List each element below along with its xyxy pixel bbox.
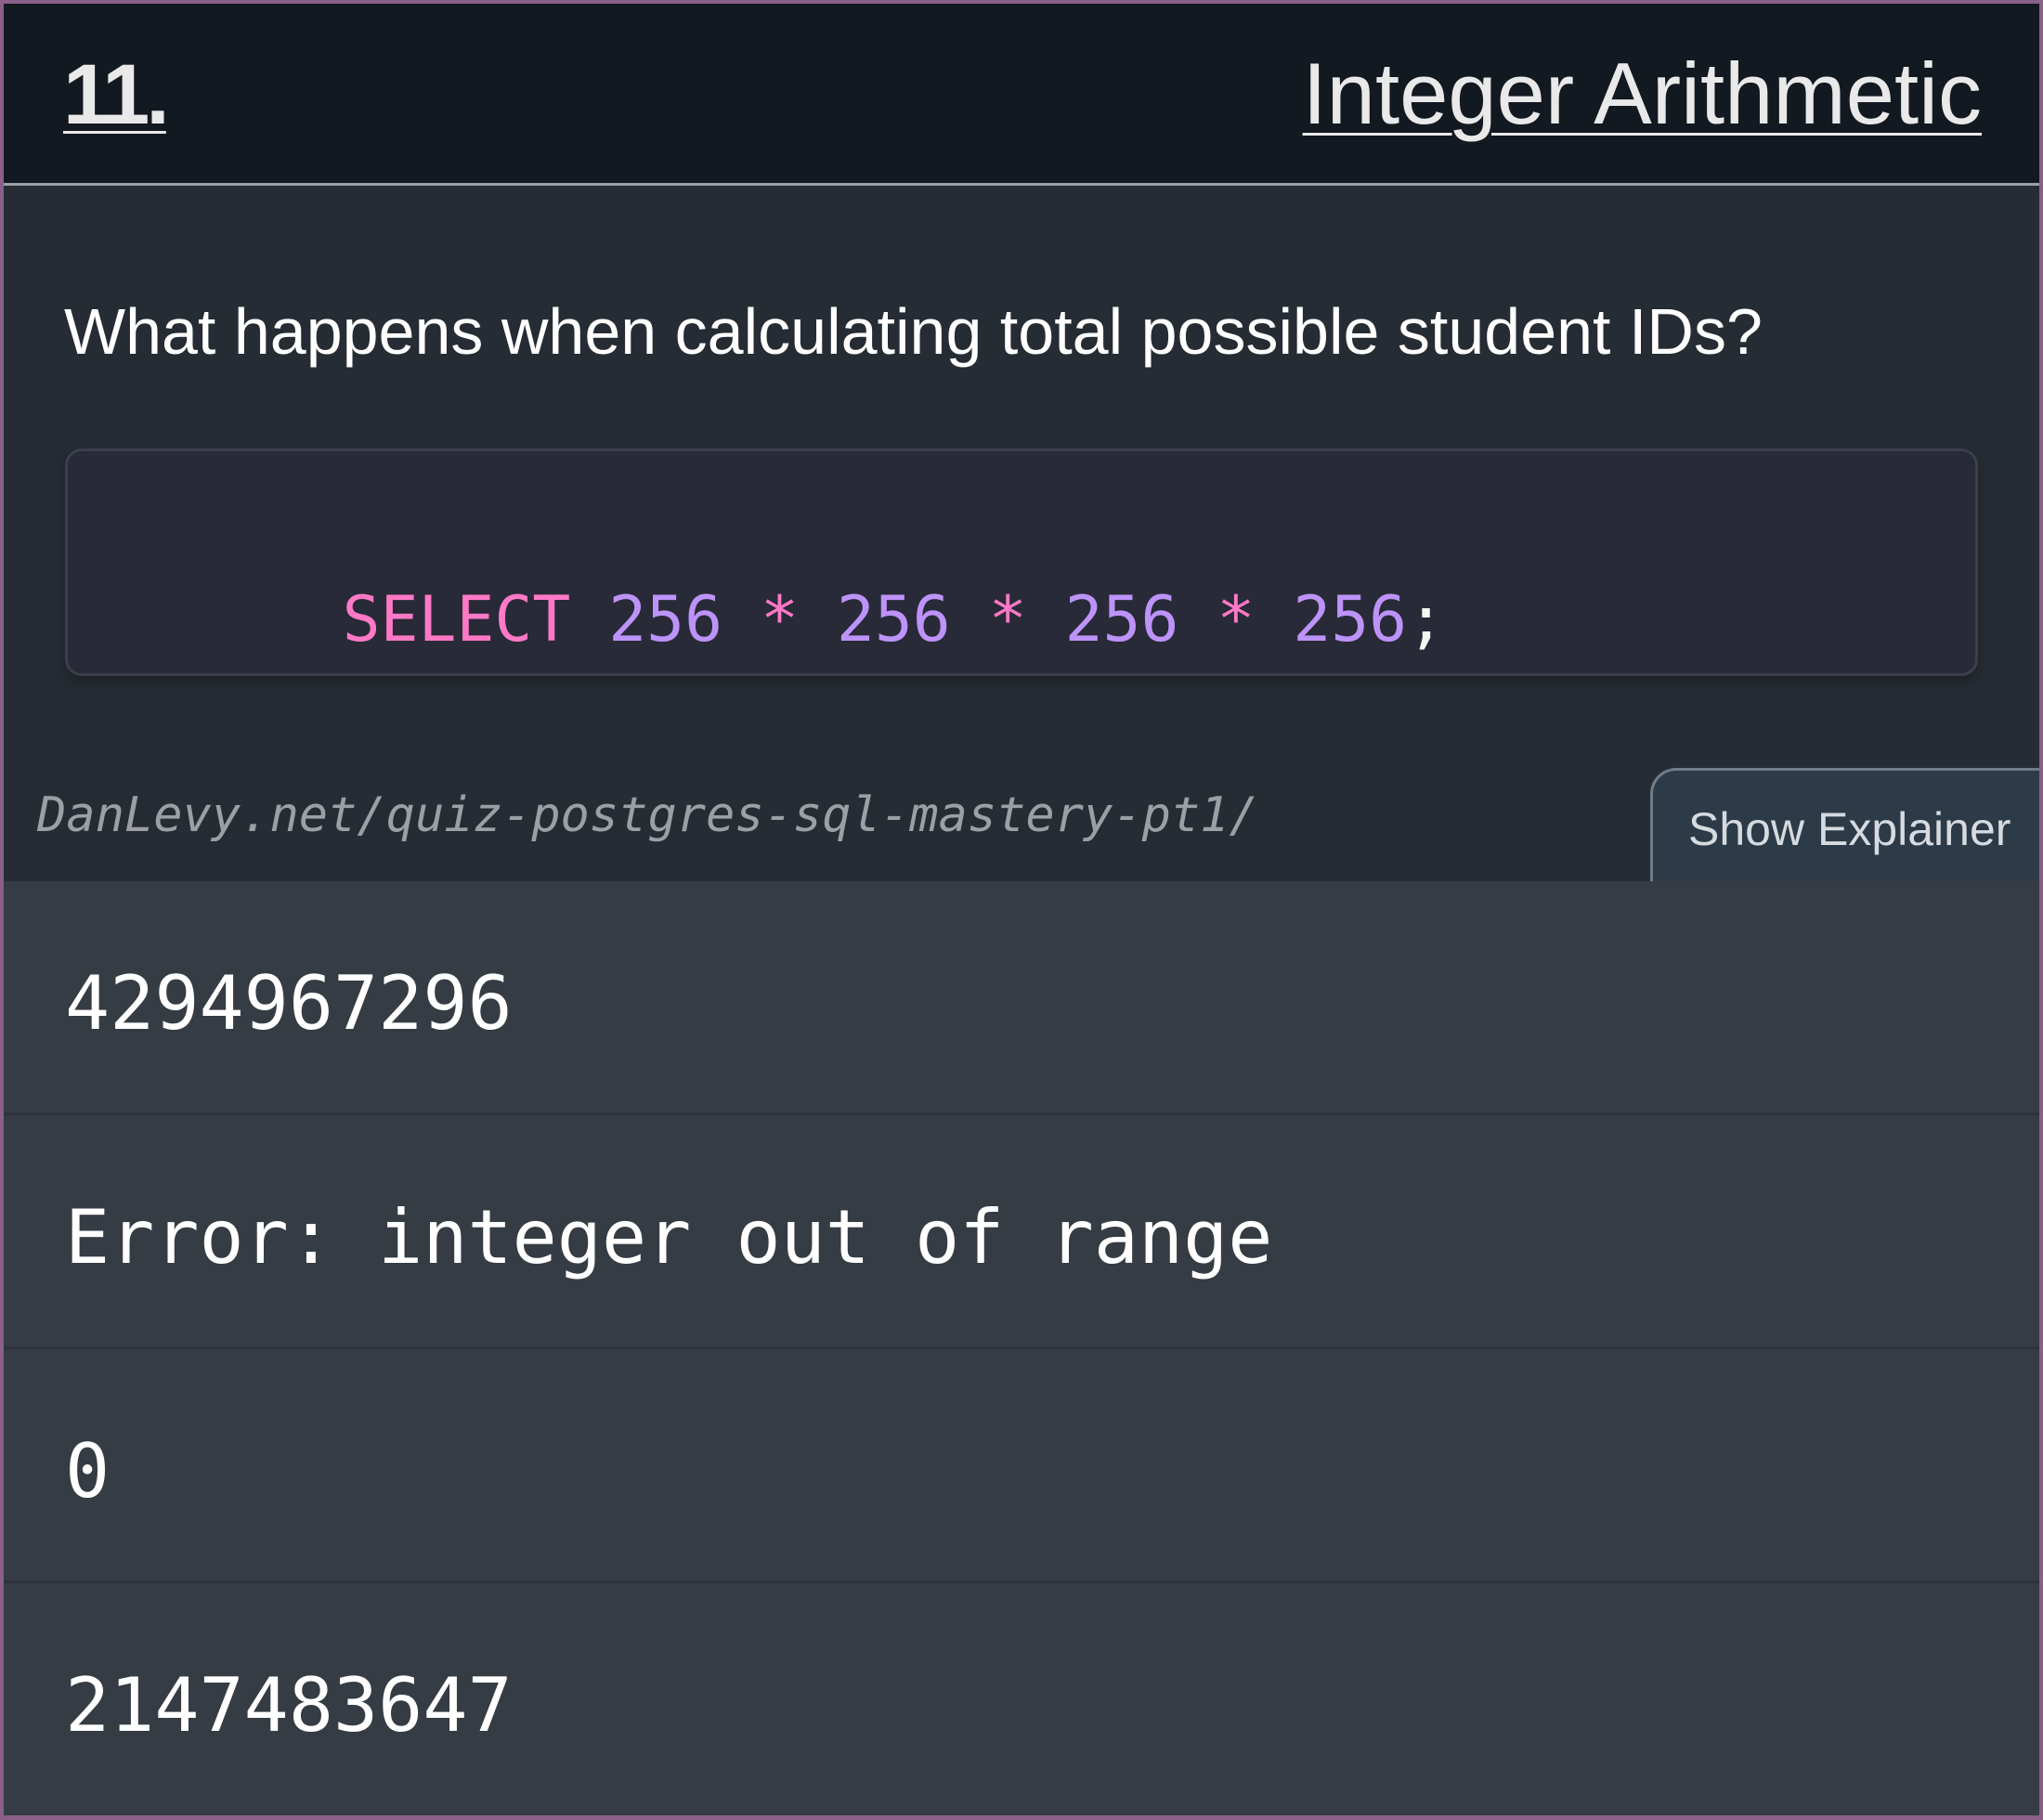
code-token-number: 256 xyxy=(1064,583,1179,656)
answer-option-4[interactable]: 2147483647 xyxy=(4,1583,2039,1815)
code-block: SELECT 256 * 256 * 256 * 256; xyxy=(65,448,1978,676)
answer-option-2[interactable]: Error: integer out of range xyxy=(4,1115,2039,1349)
question-title-link[interactable]: Integer Arithmetic xyxy=(1303,50,1982,137)
code-token-operator: * xyxy=(1217,583,1256,656)
code-token-keyword: SELECT xyxy=(342,583,571,656)
code-token-punctuation: ; xyxy=(1407,583,1446,656)
answer-list: 4294967296 Error: integer out of range 0… xyxy=(4,881,2039,1815)
source-url: DanLevy.net/quiz-postgres-sql-mastery-pt… xyxy=(37,787,1258,843)
code-token-number: 256 xyxy=(836,583,951,656)
code-token-number: 256 xyxy=(608,583,723,656)
answer-option-3[interactable]: 0 xyxy=(4,1349,2039,1583)
question-number[interactable]: 11. xyxy=(63,52,170,137)
code-token-operator: * xyxy=(761,583,799,656)
quiz-card: 11. Integer Arithmetic What happens when… xyxy=(4,4,2039,1815)
show-explainer-button[interactable]: Show Explainer xyxy=(1650,768,2039,881)
answer-text: 0 xyxy=(65,1428,111,1514)
code-token-number: 256 xyxy=(1293,583,1408,656)
answer-text: 4294967296 xyxy=(65,960,513,1046)
code-line: SELECT 256 * 256 * 256 * 256; xyxy=(114,526,1445,715)
answer-option-1[interactable]: 4294967296 xyxy=(4,881,2039,1115)
answer-text: Error: integer out of range xyxy=(65,1194,1273,1280)
question-text: What happens when calculating total poss… xyxy=(64,295,1763,368)
quiz-header: 11. Integer Arithmetic xyxy=(4,4,2039,186)
answer-text: 2147483647 xyxy=(65,1662,513,1748)
code-token-operator: * xyxy=(988,583,1027,656)
